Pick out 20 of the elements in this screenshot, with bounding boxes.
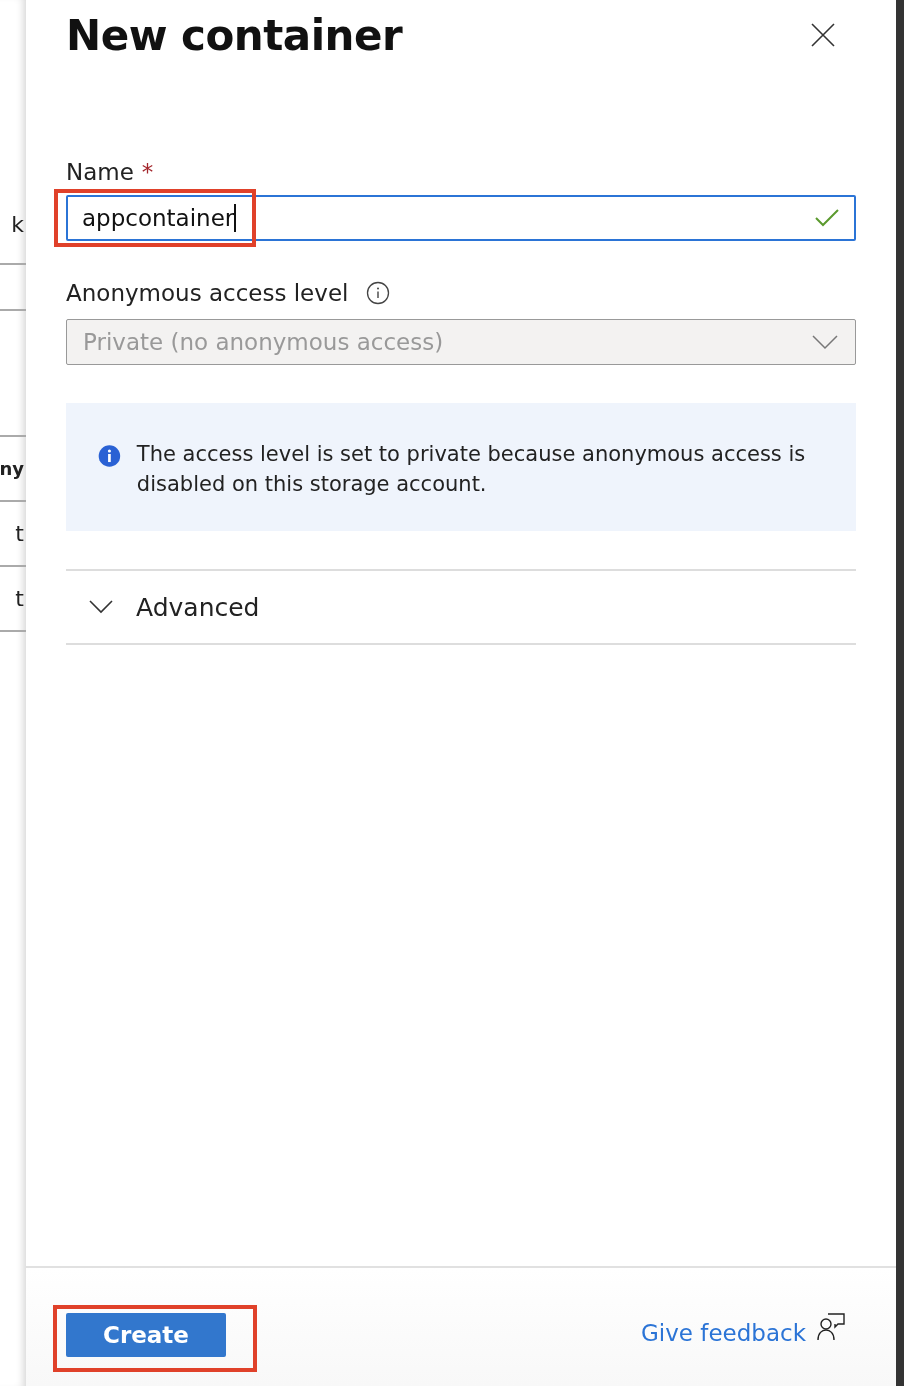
field-label: Name <box>66 159 134 185</box>
close-button[interactable] <box>810 22 836 48</box>
field-value: appcontainer <box>82 205 235 231</box>
chevron-down-icon <box>88 599 114 615</box>
background-text: ny <box>0 458 24 479</box>
info-text: The access level is set to private because anonymous access is disabled on this storage account. <box>136 441 807 498</box>
required-mark: * <box>141 159 154 185</box>
field-label: Anonymous access level <box>66 280 349 306</box>
background-text: t <box>15 586 24 611</box>
info-icon <box>366 281 391 305</box>
chevron-down-icon <box>811 334 839 350</box>
panel-title: New container <box>66 10 403 60</box>
feedback-icon <box>816 1312 846 1342</box>
create-button[interactable]: Create <box>66 1313 226 1357</box>
name-field[interactable]: appcontainer <box>66 195 856 241</box>
background-text: t <box>15 521 24 546</box>
background-text: k <box>11 212 24 237</box>
feedback-link[interactable]: Give feedback <box>641 1320 806 1346</box>
advanced-toggle[interactable]: Advanced <box>66 569 856 645</box>
close-icon <box>810 22 836 48</box>
